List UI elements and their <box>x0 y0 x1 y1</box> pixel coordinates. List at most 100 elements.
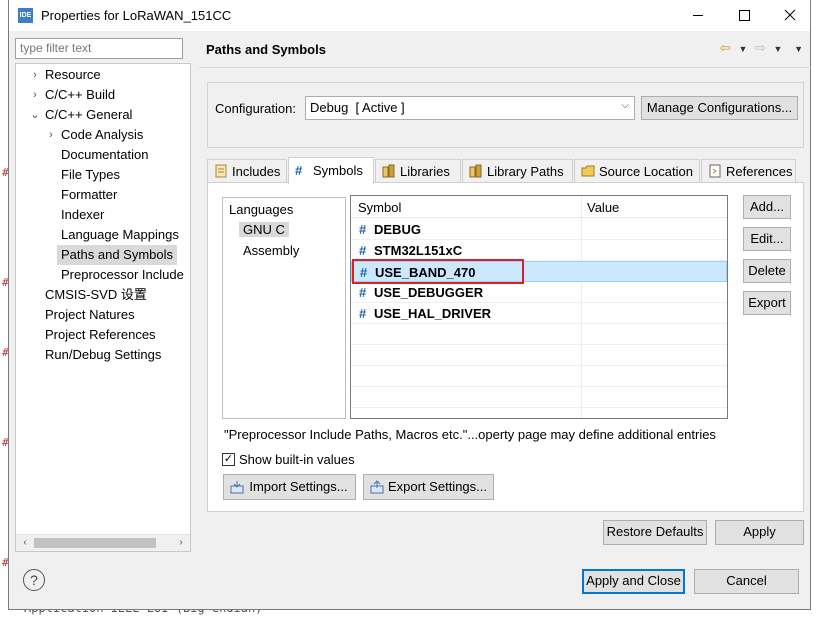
import-settings-label: Import Settings... <box>249 479 348 494</box>
tree-item[interactable]: Indexer <box>61 205 104 225</box>
minimize-icon <box>693 15 703 16</box>
configuration-select[interactable]: Debug [ Active ] ⌵ <box>305 96 635 120</box>
close-button[interactable] <box>767 0 813 31</box>
tree-item-label: Run/Debug Settings <box>45 347 162 362</box>
row-gridline <box>351 407 727 408</box>
apply-and-close-button[interactable]: Apply and Close <box>582 569 685 594</box>
tree-item[interactable]: Language Mappings <box>61 225 179 245</box>
tree-item-label: Project References <box>45 327 156 342</box>
symbol-name: USE_HAL_DRIVER <box>374 306 492 321</box>
chevron-right-icon[interactable]: › <box>29 85 41 105</box>
includes-icon <box>215 164 227 178</box>
cancel-button[interactable]: Cancel <box>694 569 799 594</box>
chevron-down-icon[interactable]: ⌄ <box>29 105 41 125</box>
forward-menu-icon[interactable]: ▼ <box>774 44 783 54</box>
filter-input[interactable]: type filter text <box>15 38 183 59</box>
import-settings-button[interactable]: Import Settings... <box>223 474 356 500</box>
tab-library-paths[interactable]: Library Paths <box>462 159 573 183</box>
chevron-right-icon[interactable]: › <box>45 125 57 145</box>
symbol-name: DEBUG <box>374 222 421 237</box>
tree-item-label: Project Natures <box>45 307 135 322</box>
edit-button[interactable]: Edit... <box>743 227 791 251</box>
tree-item-label: CMSIS-SVD 设置 <box>45 287 147 302</box>
chevron-down-icon: ⌵ <box>621 100 629 111</box>
view-menu-icon[interactable]: ▼ <box>794 44 803 54</box>
tab-label: References <box>726 164 793 179</box>
symbols-tab-content: Languages GNU C Assembly Symbol Value # D… <box>207 182 804 512</box>
tab-libraries[interactable]: Libraries <box>375 159 461 183</box>
tree-item-label: Language Mappings <box>61 227 179 242</box>
restore-defaults-button[interactable]: Restore Defaults <box>603 520 707 545</box>
delete-button[interactable]: Delete <box>743 259 791 283</box>
tree-item[interactable]: › Code Analysis <box>49 125 143 145</box>
tab-symbols[interactable]: # Symbols <box>288 157 374 184</box>
close-icon <box>784 9 796 21</box>
tab-bar: Includes # Symbols Libraries Library Pat… <box>207 157 807 184</box>
maximize-button[interactable] <box>721 0 767 31</box>
tab-includes[interactable]: Includes <box>207 159 287 183</box>
page-header: Paths and Symbols ⇦ ▼ ⇨ ▼ ▼ <box>199 32 811 68</box>
title-bar: IDE Properties for LoRaWAN_151CC <box>9 0 810 31</box>
tree-item[interactable]: ⌄ C/C++ General <box>30 105 133 125</box>
tab-label: Symbols <box>313 163 363 178</box>
hash-icon: # <box>359 285 367 300</box>
row-gridline <box>351 365 727 366</box>
back-menu-icon[interactable]: ▼ <box>738 44 747 54</box>
show-builtin-label: Show built-in values <box>239 452 355 467</box>
column-header-symbol[interactable]: Symbol <box>358 200 401 215</box>
manage-configurations-button[interactable]: Manage Configurations... <box>641 96 798 120</box>
column-header-value[interactable]: Value <box>587 200 619 215</box>
libraries-icon <box>382 164 395 178</box>
tree-item[interactable]: Documentation <box>61 145 148 165</box>
tree-item[interactable]: Project Natures <box>45 305 135 325</box>
languages-header: Languages <box>229 202 294 217</box>
tree-item-label: Preprocessor Include <box>61 267 184 282</box>
tree-horizontal-scrollbar[interactable]: ‹ › <box>16 534 190 551</box>
export-settings-button[interactable]: Export Settings... <box>363 474 494 500</box>
language-item-assembly[interactable]: Assembly <box>243 243 299 258</box>
forward-arrow-icon[interactable]: ⇨ <box>755 40 766 56</box>
background-editor-strip: # # # # # <box>0 0 9 618</box>
tree-item[interactable]: Formatter <box>61 185 117 205</box>
language-item-gnu-c[interactable]: GNU C <box>239 222 289 237</box>
symbol-row[interactable]: # DEBUG <box>351 219 727 240</box>
tree-item[interactable]: Project References <box>45 325 156 345</box>
hash-icon: # <box>295 163 303 178</box>
tree-item[interactable]: Preprocessor Include <box>61 265 184 285</box>
back-arrow-icon[interactable]: ⇦ <box>720 40 731 56</box>
tab-source-location[interactable]: Source Location <box>574 159 700 183</box>
export-icon <box>370 480 384 494</box>
symbol-row[interactable]: # USE_HAL_DRIVER <box>351 303 727 324</box>
tree-item[interactable]: CMSIS-SVD 设置 <box>45 285 147 305</box>
scroll-left-icon[interactable]: ‹ <box>18 536 32 550</box>
tree-item-label: Formatter <box>61 187 118 202</box>
scroll-right-icon[interactable]: › <box>174 536 188 550</box>
tab-label: Library Paths <box>487 164 564 179</box>
tree-item-label: Indexer <box>61 207 105 222</box>
tree-item[interactable]: Paths and Symbols <box>57 245 178 265</box>
import-icon <box>230 481 244 494</box>
minimize-button[interactable] <box>675 0 721 31</box>
tree-item-label: Documentation <box>61 147 149 162</box>
property-tree: › Resource › C/C++ Build ⌄ C/C++ General › Code… <box>15 63 191 552</box>
apply-button[interactable]: Apply <box>715 520 804 545</box>
tree-item[interactable]: Run/Debug Settings <box>45 345 161 365</box>
scroll-thumb[interactable] <box>34 538 156 548</box>
tree-item-label: C/C++ General <box>45 107 133 122</box>
tab-label: Source Location <box>599 164 693 179</box>
symbol-name: USE_DEBUGGER <box>374 285 484 300</box>
tree-item-label: Paths and Symbols <box>61 247 174 262</box>
tab-references[interactable]: References <box>701 159 796 183</box>
show-builtin-checkbox[interactable]: ✓ <box>222 453 235 466</box>
symbol-row[interactable]: # STM32L151xC <box>351 240 727 261</box>
add-button[interactable]: Add... <box>743 195 791 219</box>
symbol-row[interactable]: # USE_DEBUGGER <box>351 282 727 303</box>
export-settings-label: Export Settings... <box>388 479 487 494</box>
export-button[interactable]: Export <box>743 291 791 315</box>
chevron-right-icon[interactable]: › <box>29 65 41 85</box>
hash-icon: # <box>359 306 367 321</box>
tree-item[interactable]: File Types <box>61 165 120 185</box>
help-icon[interactable]: ? <box>23 569 45 591</box>
tree-item[interactable]: › Resource <box>33 65 100 85</box>
tree-item[interactable]: › C/C++ Build <box>33 85 115 105</box>
